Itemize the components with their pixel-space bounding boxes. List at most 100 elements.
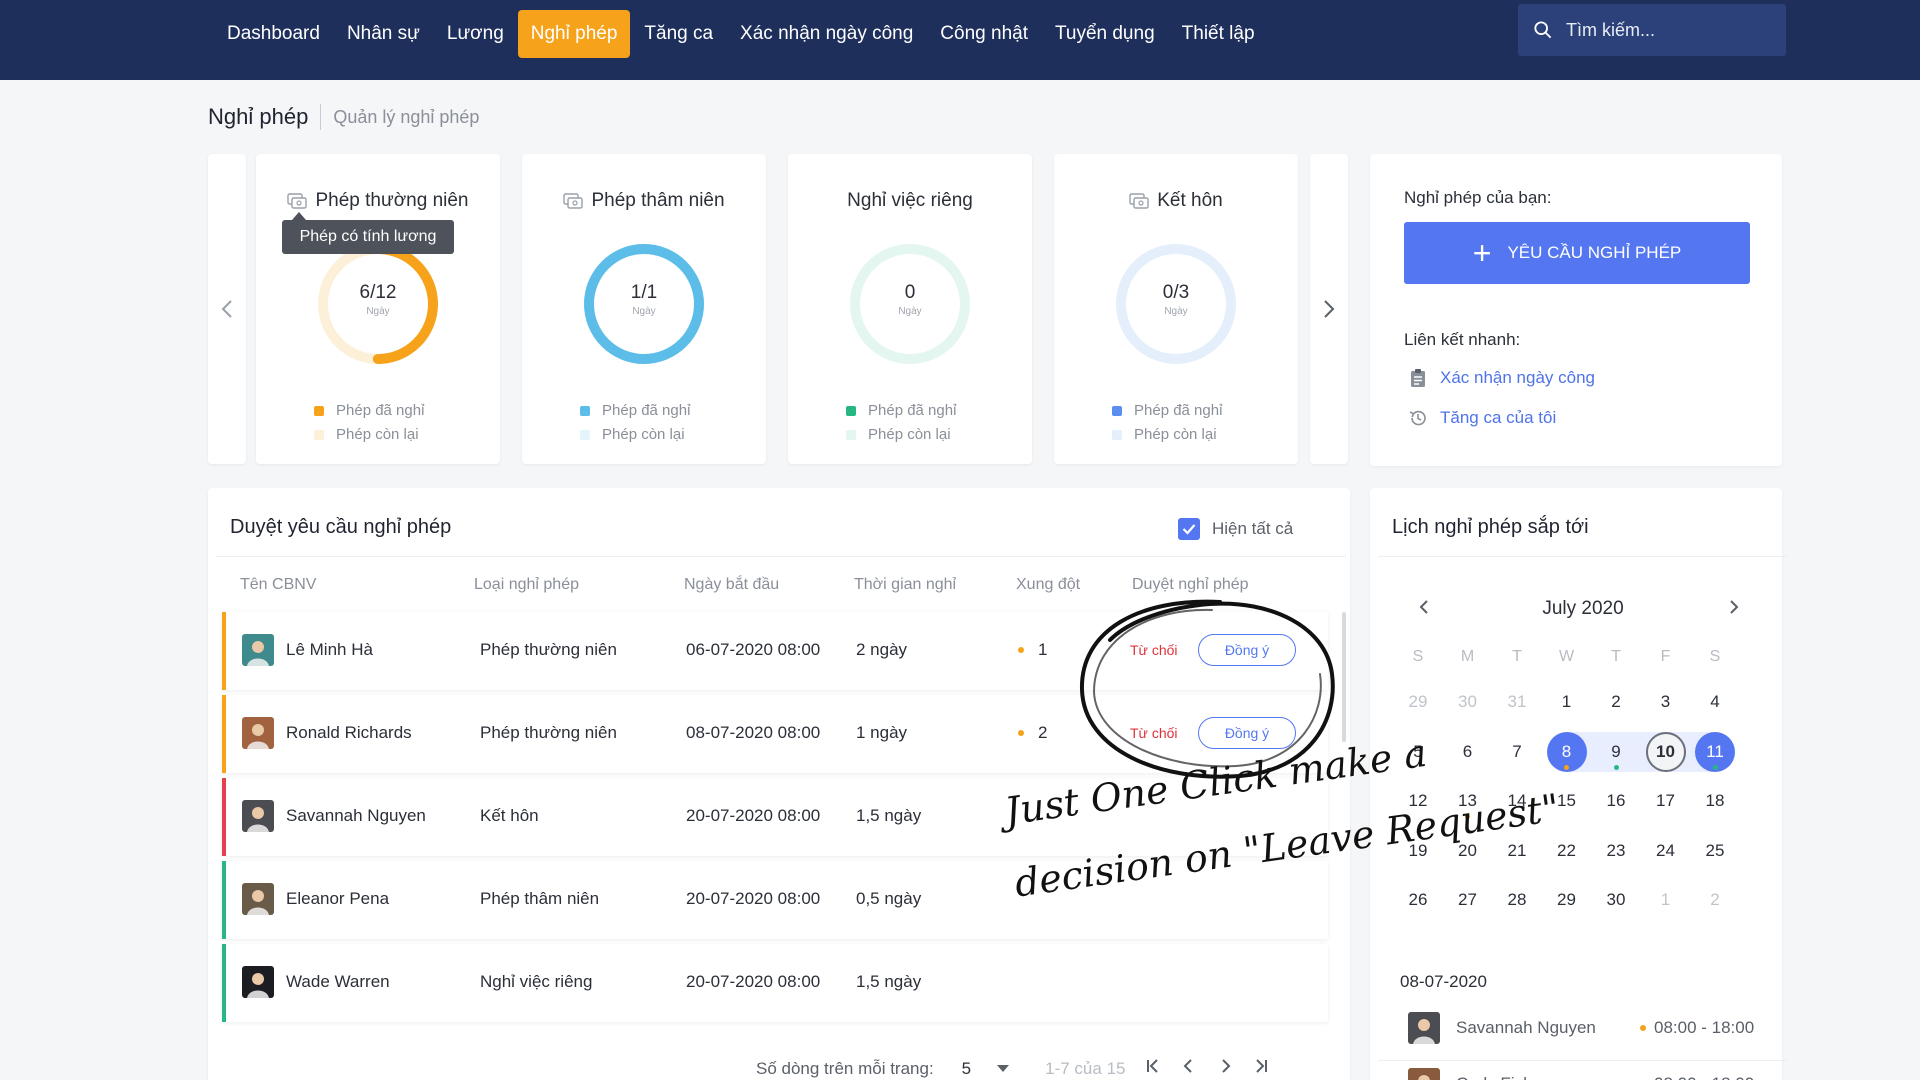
nav-item[interactable]: Nhân sự <box>334 10 433 58</box>
leave-balance-unit: Ngày <box>1164 306 1188 317</box>
calendar-day[interactable]: 7 <box>1497 732 1537 772</box>
upcoming-leave-item[interactable]: Cody Fisher 08:00 - 18:00 <box>1378 1060 1788 1080</box>
leave-type-title: Phép thường niên <box>256 190 500 212</box>
calendar-day[interactable]: 25 <box>1695 831 1735 871</box>
search-box[interactable] <box>1518 4 1786 56</box>
nav-item[interactable]: Lương <box>434 10 517 58</box>
cell-start: 08-07-2020 08:00 <box>686 723 821 742</box>
legend-swatch <box>846 429 856 440</box>
cell-duration: 2 ngày <box>856 640 908 659</box>
last-page-button[interactable] <box>1253 1058 1269 1079</box>
leave-type-card[interactable]: Nghỉ việc riêng 0 Ngày Phép đã nghỉ Phép còn… <box>788 154 1032 464</box>
leave-type-card[interactable]: Phép thâm niên 1/1 Ngày Phép đã nghỉ Phép cò… <box>522 154 766 464</box>
nav-item[interactable]: Tăng ca <box>631 10 726 58</box>
calendar-day[interactable]: 23 <box>1596 831 1636 871</box>
table-scrollbar[interactable] <box>1342 612 1346 742</box>
cell-name: Wade Warren <box>286 972 390 991</box>
my-leave-card: Nghỉ phép của bạn: + YÊU CẦU NGHỈ PHÉP L… <box>1370 154 1782 466</box>
leave-time: 08:00 - 18:00 <box>1640 1018 1754 1038</box>
prev-page-button[interactable] <box>1181 1058 1197 1079</box>
leave-time-value: 08:00 - 18:00 <box>1654 1074 1754 1080</box>
calendar-day[interactable]: 18 <box>1695 781 1735 821</box>
search-input[interactable] <box>1566 14 1766 46</box>
cell-type: Kết hôn <box>480 806 539 825</box>
conflict-value: 1 <box>1038 640 1048 659</box>
calendar-day[interactable]: 30 <box>1448 682 1488 722</box>
table-row[interactable]: Wade Warren Nghỉ việc riêng 20-07-2020 08:… <box>222 944 1328 1022</box>
rows-per-page-select[interactable]: 5 <box>961 1058 1010 1079</box>
first-page-icon <box>1147 1059 1159 1073</box>
calendar-day[interactable]: 3 <box>1646 682 1686 722</box>
quick-link-timesheet[interactable]: Xác nhận ngày công <box>1408 368 1595 388</box>
calendar-day[interactable]: 31 <box>1497 682 1537 722</box>
next-page-button[interactable] <box>1217 1058 1233 1079</box>
leave-type-name: Phép thâm niên <box>591 190 725 211</box>
donut-center: 6/12 Ngày <box>316 282 440 317</box>
money-icon <box>287 193 308 209</box>
calendar-day[interactable]: 6 <box>1448 732 1488 772</box>
selected-range-band <box>1566 731 1715 772</box>
avatar <box>242 883 274 915</box>
upcoming-leave-item[interactable]: Savannah Nguyen 08:00 - 18:00 <box>1378 1004 1788 1060</box>
chevron-right-icon <box>1222 1059 1231 1073</box>
request-leave-label: YÊU CẦU NGHỈ PHÉP <box>1507 243 1682 262</box>
status-dot <box>1640 1025 1646 1031</box>
cell-name: Eleanor Pena <box>286 889 390 908</box>
nav-item[interactable]: Nghỉ phép <box>517 10 631 58</box>
nav-item[interactable]: Công nhật <box>927 10 1041 58</box>
nav-item[interactable]: Tuyển dụng <box>1042 10 1168 58</box>
calendar-day[interactable]: 29 <box>1398 682 1438 722</box>
money-icon <box>1129 193 1149 209</box>
calendar-day[interactable]: 1 <box>1547 682 1587 722</box>
calendar-day[interactable]: 17 <box>1646 781 1686 821</box>
cell-duration: 0,5 ngày <box>856 889 922 908</box>
leave-balance-unit: Ngày <box>366 306 390 317</box>
request-leave-button[interactable]: + YÊU CẦU NGHỈ PHÉP <box>1404 222 1750 284</box>
leave-type-name: Phép thường niên <box>315 190 469 211</box>
donut-legend-item: Phép đã nghỉ <box>1112 402 1222 419</box>
calendar-day[interactable]: 10 <box>1645 731 1686 772</box>
calendar-next-month-button[interactable] <box>1728 598 1740 622</box>
event-marker-dot <box>1564 764 1569 770</box>
legend-swatch <box>1112 405 1122 416</box>
calendar-day[interactable]: 22 <box>1547 831 1587 871</box>
leave-type-card[interactable]: Phép thường niên 6/12 Ngày Phép đã nghỉ Phép… <box>256 154 500 464</box>
page-title: Nghỉ phép <box>208 104 322 130</box>
nav-item[interactable]: Xác nhận ngày công <box>727 10 926 58</box>
search-icon <box>1534 21 1552 39</box>
carousel-prev-button[interactable] <box>208 154 246 464</box>
nav-item[interactable]: Thiết lập <box>1169 10 1268 58</box>
calendar-day[interactable]: 16 <box>1596 781 1636 821</box>
calendar-day[interactable]: 1 <box>1646 880 1686 920</box>
cell-start: 06-07-2020 08:00 <box>686 640 821 659</box>
quick-link-label: Tăng ca của tôi <box>1440 408 1557 427</box>
leave-balance-unit: Ngày <box>898 306 922 317</box>
quick-link-overtime[interactable]: Tăng ca của tôi <box>1408 408 1556 428</box>
legend-swatch <box>580 405 590 416</box>
cell-duration: 1,5 ngày <box>856 806 922 825</box>
show-all-checkbox[interactable] <box>1178 518 1200 540</box>
calendar-day[interactable]: 4 <box>1695 682 1735 722</box>
calendar-prev-month-button[interactable] <box>1418 598 1430 622</box>
rows-per-page-value: 5 <box>961 1058 972 1078</box>
calendar-day[interactable]: 29 <box>1547 880 1587 920</box>
leave-type-card[interactable]: Kết hôn 0/3 Ngày Phép đã nghỉ Phép còn lại <box>1054 154 1298 464</box>
show-all-toggle[interactable]: Hiện tất cả <box>1178 518 1293 540</box>
nav-item[interactable]: Dashboard <box>214 10 333 58</box>
calendar-day[interactable]: 30 <box>1596 880 1636 920</box>
calendar-day[interactable]: 2 <box>1596 682 1636 722</box>
calendar-day[interactable]: 26 <box>1398 880 1438 920</box>
cell-start: 20-07-2020 08:00 <box>686 889 821 908</box>
calendar-day[interactable]: 2 <box>1695 880 1735 920</box>
avatar <box>242 966 274 998</box>
calendar-day[interactable]: 27 <box>1448 880 1488 920</box>
first-page-button[interactable] <box>1145 1058 1161 1079</box>
upcoming-leave-calendar: Lịch nghỉ phép sắp tới July 2020 SMTWTFS… <box>1370 488 1788 1080</box>
weekday-label: S <box>1709 648 1721 665</box>
carousel-next-button[interactable] <box>1310 154 1348 464</box>
donut-legend-item: Phép còn lại <box>580 426 685 443</box>
calendar-day[interactable]: 28 <box>1497 880 1537 920</box>
avatar <box>242 717 274 749</box>
leave-type-color-bar <box>222 612 226 690</box>
calendar-day[interactable]: 24 <box>1646 831 1686 871</box>
